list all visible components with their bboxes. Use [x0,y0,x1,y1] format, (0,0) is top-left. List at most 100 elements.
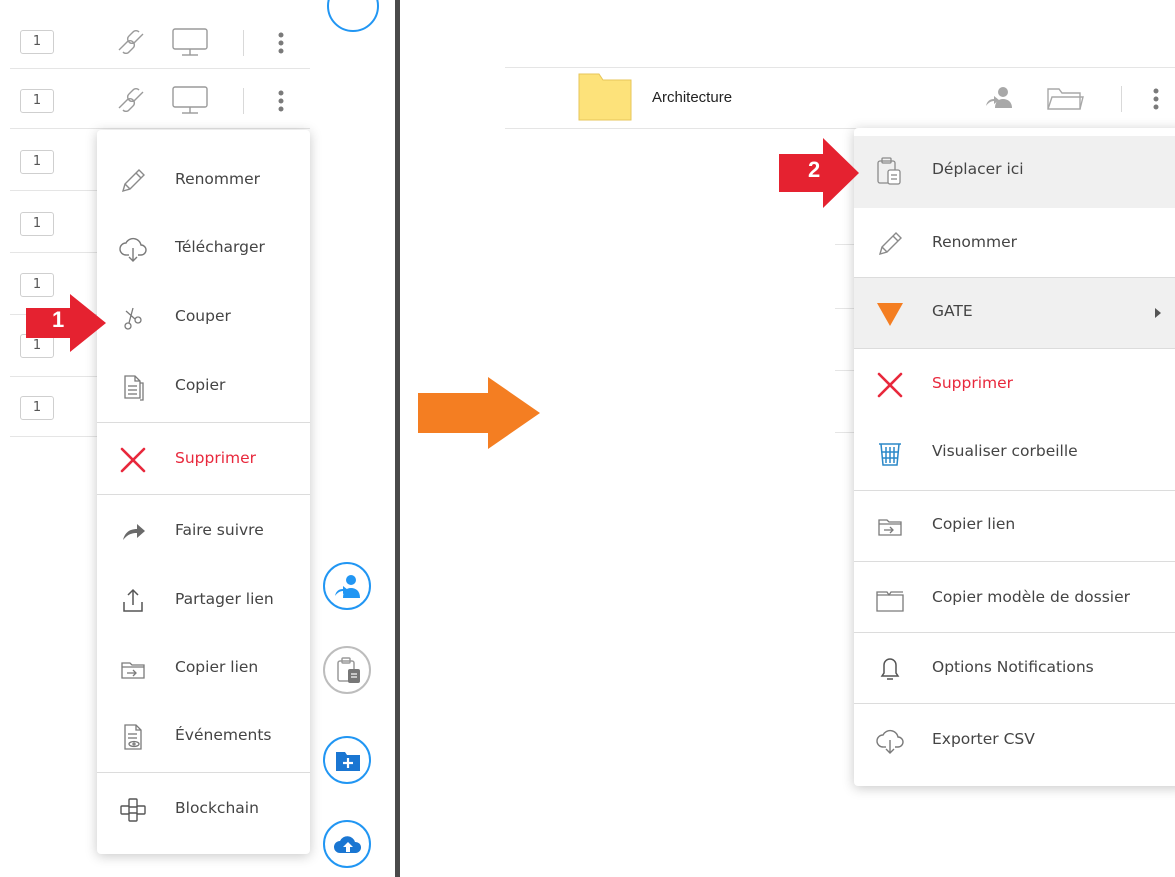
menu-item-label: Copier lien [932,515,1016,533]
link-icon[interactable] [115,86,147,114]
bell-icon [880,658,900,680]
menu-divider [854,561,1175,562]
menu-item-export-csv[interactable]: Exporter CSV [854,706,1175,776]
step-number: 2 [808,157,821,182]
pencil-icon [121,169,145,193]
row-divider [10,190,100,191]
panel-divider [395,0,400,877]
menu-item-cut[interactable]: Couper [97,283,310,353]
menu-item-label: Partager lien [175,590,274,608]
more-vertical-icon[interactable] [275,30,287,56]
menu-item-label: GATE [932,302,973,320]
row-divider [835,370,855,371]
menu-item-label: Exporter CSV [932,730,1035,748]
menu-item-label: Copier lien [175,658,259,676]
scissors-icon [124,307,142,330]
paste-clipboard-icon [877,157,901,185]
menu-item-events[interactable]: Événements [97,702,310,772]
menu-item-rename[interactable]: Renommer [854,209,1175,279]
row-divider [505,67,1175,68]
menu-item-copy-link[interactable]: Copier lien [97,634,310,704]
menu-item-move-here[interactable]: Déplacer ici [854,136,1175,208]
folder-name[interactable]: Architecture [652,89,732,106]
menu-item-label: Copier modèle de dossier [932,588,1131,606]
menu-item-label: Supprimer [932,374,1014,392]
menu-item-download[interactable]: Télécharger [97,214,310,284]
folder-link-icon [121,662,145,679]
menu-item-rename[interactable]: Renommer [97,146,310,216]
menu-item-label: Événements [175,726,272,744]
document-eye-icon [124,724,142,750]
version-badge: 1 [20,30,54,54]
upload-fab[interactable] [323,820,371,868]
share-user-icon[interactable] [983,84,1017,114]
menu-item-label: Options Notifications [932,658,1094,676]
menu-divider [854,348,1175,349]
menu-item-blockchain[interactable]: Blockchain [97,775,310,845]
row-divider [10,128,310,129]
menu-divider [97,422,310,423]
step-marker-1 [26,294,106,352]
menu-item-copy-folder-template[interactable]: Copier modèle de dossier [854,564,1175,634]
menu-item-delete[interactable]: Supprimer [854,350,1175,420]
more-vertical-icon[interactable] [1150,86,1162,112]
folder-context-menu: Déplacer ici Renommer GATE Supprimer Vis… [854,128,1175,786]
new-folder-fab[interactable] [323,736,371,784]
menu-item-delete[interactable]: Supprimer [97,425,310,495]
folder-icon [876,591,904,612]
row-divider [835,432,855,433]
monitor-icon[interactable] [170,26,210,58]
menu-item-label: Faire suivre [175,521,264,539]
menu-item-view-trash[interactable]: Visualiser corbeille [854,418,1175,488]
trash-icon [879,443,901,466]
monitor-icon[interactable] [170,84,210,116]
copy-icon [124,375,144,401]
menu-item-copy[interactable]: Copier [97,352,310,422]
link-icon[interactable] [115,28,147,56]
menu-item-label: Renommer [932,233,1018,251]
forward-arrow-icon [123,524,145,540]
folder-link-icon [878,519,902,536]
menu-item-share-link[interactable]: Partager lien [97,566,310,636]
menu-divider [854,632,1175,633]
file-context-menu: Renommer Télécharger Couper Copier Suppr… [97,130,310,854]
share-user-icon [335,575,360,598]
cloud-download-icon [119,237,147,262]
row-divider [835,308,855,309]
row-divider [10,68,310,69]
folder-icon [578,73,632,121]
paste-clipboard-icon [337,657,360,683]
version-badge: 1 [20,89,54,113]
menu-item-label: Déplacer ici [932,160,1024,178]
menu-item-copy-link[interactable]: Copier lien [854,491,1175,561]
menu-divider [97,494,310,495]
menu-item-label: Renommer [175,170,261,188]
cloud-download-icon [876,729,904,754]
menu-item-forward[interactable]: Faire suivre [97,497,310,567]
menu-item-label: Couper [175,307,231,325]
folder-open-icon[interactable] [1045,84,1085,114]
row-action-separator [243,88,244,114]
menu-item-label: Supprimer [175,449,257,467]
delete-x-icon [877,372,903,398]
version-badge: 1 [20,150,54,174]
top-partial-button[interactable] [327,0,379,32]
menu-item-label: Visualiser corbeille [932,442,1078,460]
version-badge: 1 [20,396,54,420]
row-divider [10,252,100,253]
menu-item-gate[interactable]: GATE [854,278,1175,348]
row-divider [10,436,100,437]
pencil-icon [878,232,902,256]
version-badge: 1 [20,212,54,236]
row-action-separator [1121,86,1122,112]
row-action-separator [243,30,244,56]
paste-fab[interactable] [323,646,371,694]
menu-item-label: Blockchain [175,799,259,817]
gate-triangle-icon [877,303,903,326]
blockchain-icon [120,798,146,822]
menu-item-notification-options[interactable]: Options Notifications [854,634,1175,704]
share-user-fab[interactable] [323,562,371,610]
menu-item-label: Copier [175,376,226,394]
more-vertical-icon[interactable] [275,88,287,114]
submenu-caret-icon [1155,308,1161,318]
